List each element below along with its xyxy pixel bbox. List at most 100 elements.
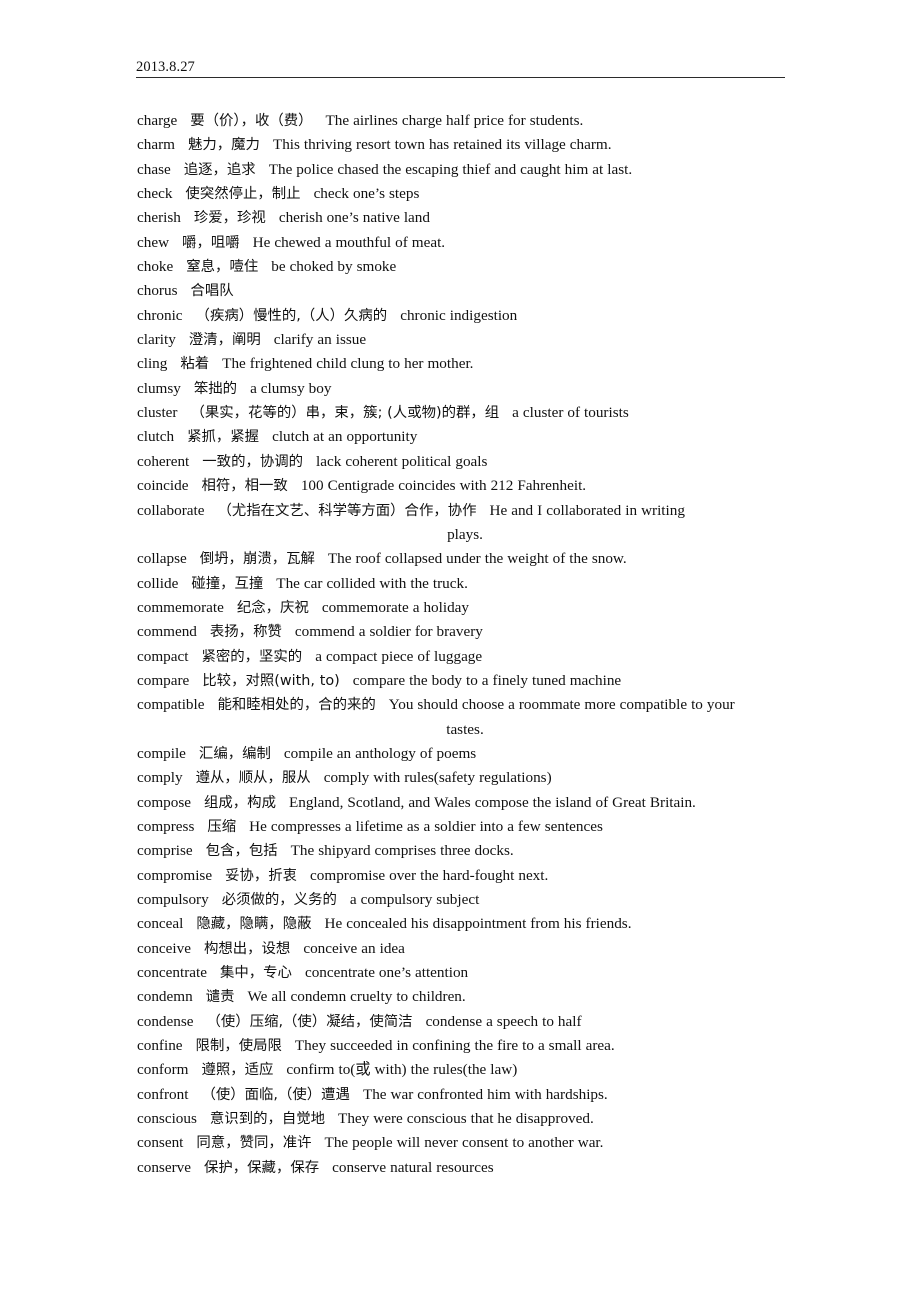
- vocab-definition-zh: 比较，对照(with, to): [202, 672, 340, 689]
- vocab-entry: collaborate （尤指在文艺、科学等方面）合作，协作 He and I co…: [137, 499, 793, 548]
- vocab-definition-zh: 珍爱，珍视: [193, 210, 266, 227]
- vocab-entry: cherish 珍爱，珍视 cherish one’s native land: [137, 206, 793, 230]
- vocab-word: charm: [137, 136, 175, 154]
- vocab-entry: conceive 构想出，设想 conceive an idea: [137, 937, 793, 961]
- vocab-definition-zh: 同意，赞同，准许: [196, 1135, 312, 1152]
- vocab-example: He chewed a mouthful of meat.: [252, 233, 446, 251]
- vocab-example: The frightened child clung to her mother…: [222, 355, 474, 373]
- vocab-entry: compose 组成，构成 England, Scotland, and Wales…: [137, 791, 793, 815]
- vocab-entry: coincide 相符，相一致 100 Centigrade coincides w…: [137, 474, 793, 498]
- vocab-entry: charge 要（价），收（费） The airlines charge half …: [137, 109, 793, 133]
- vocab-example: The people will never consent to another…: [324, 1134, 604, 1152]
- vocab-entry: conscious 意识到的，自觉地 They were conscious tha…: [137, 1107, 793, 1131]
- vocab-definition-zh: 遵从，顺从，服从: [195, 770, 311, 787]
- vocab-definition-zh: 紧抓，紧握: [187, 429, 260, 446]
- vocab-example: The car collided with the truck.: [276, 574, 468, 592]
- vocab-entry: conceal 隐藏，隐瞒，隐蔽 He concealed his disappoi…: [137, 912, 793, 936]
- vocab-example: confirm to(或 with) the rules(the law): [286, 1061, 518, 1079]
- vocab-word: conscious: [137, 1110, 197, 1128]
- vocab-word: condense: [137, 1012, 194, 1030]
- vocab-entry: conform 遵照，适应 confirm to(或 with) the rules…: [137, 1058, 793, 1082]
- vocab-example: commemorate a holiday: [321, 598, 470, 616]
- vocab-definition-zh: 一致的，协调的: [202, 453, 304, 470]
- vocab-word: chronic: [137, 306, 183, 324]
- vocab-definition-zh: （使）压缩,（使）凝结，使简洁: [206, 1013, 413, 1030]
- vocab-definition-zh: 保护，保藏，保存: [203, 1159, 320, 1176]
- vocab-definition-zh: 意识到的，自觉地: [209, 1111, 326, 1128]
- vocab-word: compose: [137, 793, 191, 811]
- vocab-entry: confront （使）面临,（使）遭遇 The war confronted hi…: [137, 1083, 793, 1107]
- vocab-word: cluster: [137, 404, 178, 422]
- vocab-word: conceive: [137, 939, 191, 957]
- vocab-example: commend a soldier for bravery: [294, 623, 483, 641]
- vocab-word: conceal: [137, 915, 184, 933]
- vocab-word: compile: [137, 744, 186, 762]
- vocab-definition-zh: 包含，包括: [205, 843, 278, 860]
- vocab-example: concentrate one’s attention: [304, 964, 469, 982]
- vocab-example: cherish one’s native land: [278, 209, 430, 227]
- vocab-example: This thriving resort town has retained i…: [272, 136, 612, 154]
- vocab-example: compromise over the hard-fought next.: [310, 866, 549, 884]
- vocab-word: conserve: [137, 1158, 191, 1176]
- vocab-definition-zh: （疾病）慢性的,（人）久病的: [195, 307, 388, 324]
- vocab-word: comply: [137, 769, 183, 787]
- vocab-word: collapse: [137, 550, 187, 568]
- vocab-example: The police chased the escaping thief and…: [268, 160, 633, 178]
- vocab-example: 100 Centigrade coincides with 212 Fahren…: [300, 477, 587, 495]
- vocab-word: chorus: [137, 282, 178, 300]
- vocab-definition-zh: 倒坍，崩溃，瓦解: [199, 551, 315, 568]
- vocab-definition-zh: 嚼，咀嚼: [182, 234, 240, 251]
- vocab-entry: clumsy 笨拙的 a clumsy boy: [137, 377, 793, 401]
- document-page: 2013.8.27 charge 要（价），收（费） The airlines ch…: [0, 0, 920, 1302]
- vocab-definition-zh: 集中，专心: [219, 965, 292, 982]
- vocab-word: cherish: [137, 209, 181, 227]
- vocab-example: check one’s steps: [313, 185, 420, 203]
- vocab-word: condemn: [137, 988, 193, 1006]
- vocab-entry: clutch 紧抓，紧握 clutch at an opportunity: [137, 425, 793, 449]
- vocab-word: conform: [137, 1061, 189, 1079]
- vocab-example: The airlines charge half price for stude…: [325, 112, 584, 129]
- vocab-entry: conserve 保护，保藏，保存 conserve natural resourc…: [137, 1156, 793, 1180]
- vocab-word: clutch: [137, 428, 175, 446]
- vocab-entry: concentrate 集中，专心 concentrate one’s attent…: [137, 961, 793, 985]
- vocab-definition-zh: 合唱队: [190, 283, 234, 300]
- vocab-entry: compress 压缩 He compresses a lifetime as a …: [137, 815, 793, 839]
- vocab-definition-zh: 粘着: [180, 356, 210, 373]
- vocab-example: He concealed his disappointment from his…: [324, 915, 632, 933]
- vocab-entry: coherent 一致的，协调的 lack coherent political g…: [137, 450, 793, 474]
- vocab-word: concentrate: [137, 964, 207, 982]
- vocab-word: commemorate: [137, 598, 224, 616]
- vocab-example: We all condemn cruelty to children.: [247, 988, 466, 1006]
- page-header: 2013.8.27: [136, 58, 785, 78]
- vocab-example: conserve natural resources: [332, 1158, 494, 1176]
- vocab-definition-zh: 相符，相一致: [201, 478, 288, 495]
- vocab-entry: compatible 能和睦相处的，合的来的 You should choose a…: [137, 693, 793, 742]
- vocab-word: compare: [137, 671, 190, 689]
- vocab-entry: comply 遵从，顺从，服从 comply with rules(safety r…: [137, 766, 793, 790]
- vocab-definition-zh: （使）面临,（使）遭遇: [201, 1086, 350, 1103]
- vocab-example: a compulsory subject: [349, 891, 480, 908]
- vocab-example: They were conscious that he disapproved.: [338, 1110, 594, 1128]
- vocab-definition-zh: 组成，构成: [204, 794, 276, 811]
- vocab-definition-zh: （尤指在文艺、科学等方面）合作，协作: [217, 502, 477, 519]
- vocab-entry: cling 粘着 The frightened child clung to her…: [137, 352, 793, 376]
- vocab-definition-zh: 笨拙的: [193, 380, 238, 397]
- vocab-word: charge: [137, 112, 178, 129]
- vocab-word: confine: [137, 1037, 183, 1055]
- vocab-word: clumsy: [137, 379, 181, 397]
- vocab-example: a compact piece of luggage: [315, 647, 483, 665]
- vocab-entry: compulsory 必须做的，义务的 a compulsory subject: [137, 888, 793, 912]
- vocab-definition-zh: 能和睦相处的，合的来的: [217, 697, 376, 714]
- vocab-entry: compile 汇编，编制 compile an anthology of poem…: [137, 742, 793, 766]
- vocabulary-list: charge 要（价），收（费） The airlines charge half …: [137, 109, 793, 1180]
- vocab-example: lack coherent political goals: [316, 452, 488, 470]
- header-date: 2013.8.27: [136, 59, 195, 75]
- vocab-word: collaborate: [137, 501, 205, 519]
- vocab-entry: chase 追逐，追求 The police chased the escaping…: [137, 158, 793, 182]
- vocab-definition-zh: 追逐，追求: [183, 161, 256, 178]
- vocab-example-continuation: tastes.: [446, 720, 484, 738]
- vocab-entry: compromise 妥协，折衷 compromise over the hard-…: [137, 864, 793, 888]
- vocab-entry: condemn 谴责 We all condemn cruelty to child…: [137, 985, 793, 1009]
- vocab-definition-zh: 窒息，噎住: [186, 259, 259, 276]
- vocab-word: comprise: [137, 842, 193, 860]
